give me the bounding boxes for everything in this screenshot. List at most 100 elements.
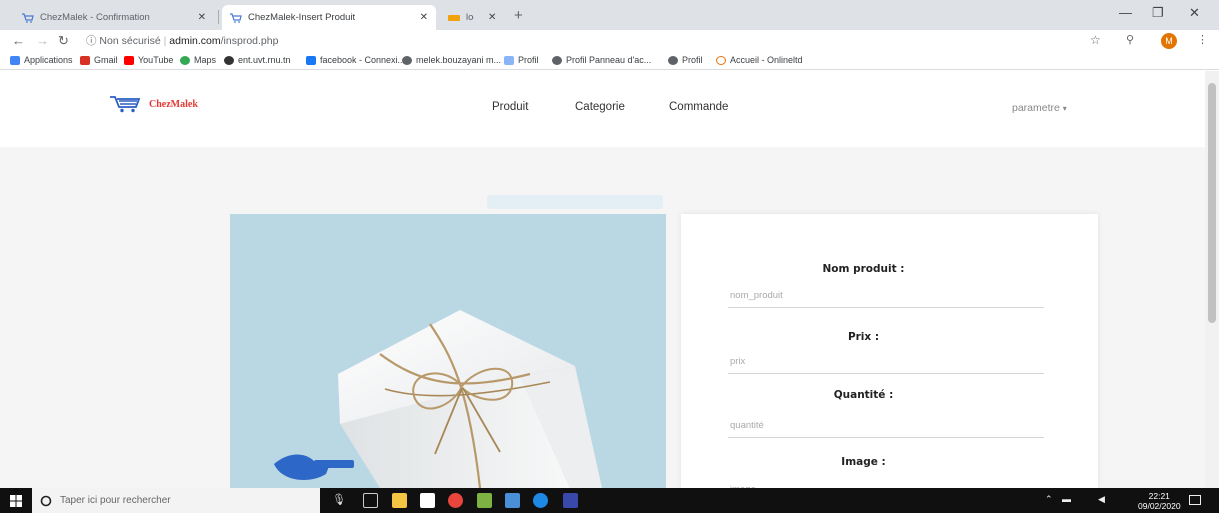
- store-icon[interactable]: [420, 493, 435, 508]
- clock-time: 22:21: [1148, 491, 1170, 501]
- bookmark-melek[interactable]: melek.bouzayani m...: [402, 55, 501, 65]
- file-explorer-icon[interactable]: [392, 493, 407, 508]
- site-logo[interactable]: ChezMalek: [109, 95, 198, 113]
- settings-label: parametre: [1012, 102, 1060, 114]
- close-window-icon[interactable]: ✕: [1189, 5, 1200, 21]
- cart-favicon-icon: [22, 12, 34, 23]
- page-scrollbar[interactable]: [1205, 71, 1219, 488]
- youtube-icon: [124, 55, 134, 65]
- chrome-icon[interactable]: [448, 493, 463, 508]
- logo-text: ChezMalek: [149, 98, 198, 110]
- bookmark-accueil-onlineltd[interactable]: Accueil - Onlineltd: [716, 55, 803, 65]
- edge-icon[interactable]: [533, 493, 548, 508]
- bookmark-gmail[interactable]: Gmail: [80, 55, 118, 65]
- taskbar-clock[interactable]: 22:21 09/02/2020: [1138, 491, 1181, 511]
- bookmark-star-icon[interactable]: ☆: [1090, 33, 1101, 47]
- tab-separator: [218, 10, 219, 24]
- product-photo: [230, 214, 666, 488]
- nom-produit-input[interactable]: [728, 284, 1044, 308]
- bookmark-youtube[interactable]: YouTube: [124, 55, 173, 65]
- globe-icon: [552, 55, 562, 65]
- scrollbar-thumb[interactable]: [1208, 83, 1216, 323]
- close-tab-icon[interactable]: ✕: [198, 12, 206, 23]
- prix-input[interactable]: [728, 350, 1044, 374]
- tab-confirmation[interactable]: ChezMalek - Confirmation ✕: [14, 5, 214, 30]
- restore-icon[interactable]: ❐: [1152, 5, 1164, 21]
- task-view-icon[interactable]: [363, 493, 378, 508]
- maps-pin-icon: [180, 55, 190, 65]
- shopping-cart-icon: [110, 96, 141, 113]
- back-icon[interactable]: ←: [12, 33, 25, 48]
- browser-toolbar: ← → ↻ ⓘ Non sécurisé | admin.com/insprod…: [0, 30, 1219, 52]
- bookmark-profil-panneau[interactable]: Profil Panneau d'ac...: [552, 55, 651, 65]
- network-icon[interactable]: ▬: [1062, 494, 1071, 504]
- bookmarks-bar: Applications Gmail YouTube Maps ent.uvt.…: [0, 52, 1219, 70]
- url-path: /insprod.php: [220, 35, 279, 47]
- faded-banner: [487, 195, 663, 209]
- facebook-icon: [306, 55, 316, 65]
- security-label: Non sécurisé: [99, 35, 161, 47]
- menu-icon[interactable]: ⋮: [1197, 33, 1208, 46]
- page-viewport: ChezMalek Produit Categorie Commande par…: [0, 71, 1205, 488]
- cortana-circle-icon: [40, 495, 52, 506]
- close-tab-icon[interactable]: ✕: [420, 12, 428, 23]
- settings-dropdown[interactable]: parametre ▾: [1012, 102, 1067, 114]
- caret-down-icon: ▾: [1062, 104, 1067, 113]
- tray-chevron-icon[interactable]: ⌃: [1045, 494, 1053, 505]
- label-nom-produit: Nom produit :: [822, 263, 905, 275]
- taskbar-search[interactable]: Taper ici pour rechercher: [32, 488, 320, 513]
- reload-icon[interactable]: ↻: [58, 33, 69, 49]
- search-icon[interactable]: ⚲: [1126, 33, 1134, 46]
- clock-date: 09/02/2020: [1138, 501, 1181, 511]
- profile-avatar[interactable]: M: [1161, 33, 1177, 49]
- tab-phpmyadmin[interactable]: localhost / localhost / magazin |: [440, 5, 482, 30]
- image-input[interactable]: [728, 478, 1044, 488]
- bookmark-profil-1[interactable]: Profil: [504, 55, 539, 65]
- bookmark-maps[interactable]: Maps: [180, 55, 216, 65]
- minimize-icon[interactable]: —: [1119, 5, 1132, 20]
- windows-taskbar: Taper ici pour rechercher 🎙︎ ⌃ ▬ ◀ 22:21…: [0, 488, 1219, 513]
- tab-title: localhost / localhost / magazin |: [466, 12, 474, 23]
- windows-start-icon[interactable]: [10, 495, 22, 507]
- nav-link-categorie[interactable]: Categorie: [575, 101, 625, 113]
- ent-icon: [224, 55, 234, 65]
- quantite-input[interactable]: [728, 414, 1044, 438]
- bookmark-ent-uvt[interactable]: ent.uvt.rnu.tn: [224, 55, 291, 65]
- notifications-icon[interactable]: [1189, 495, 1201, 505]
- insert-product-form: Nom produit : Prix : Quantité : Image :: [681, 214, 1098, 488]
- nav-link-produit[interactable]: Produit: [492, 101, 528, 113]
- tab-insert-produit[interactable]: ChezMalek-Insert Produit ✕: [222, 5, 436, 30]
- url-host: admin.com: [169, 35, 221, 47]
- microphone-icon[interactable]: 🎙︎: [332, 493, 346, 506]
- site-navbar: ChezMalek Produit Categorie Commande par…: [0, 71, 1205, 147]
- forward-icon[interactable]: →: [36, 33, 49, 48]
- address-bar[interactable]: ⓘ Non sécurisé | admin.com/insprod.php: [86, 33, 278, 48]
- phpmyadmin-favicon-icon: [448, 14, 460, 21]
- info-icon: ⓘ: [86, 35, 97, 47]
- bookmark-facebook[interactable]: facebook - Connexi...: [306, 55, 405, 65]
- volume-icon[interactable]: ◀: [1098, 494, 1105, 505]
- nav-link-commande[interactable]: Commande: [669, 101, 728, 113]
- gmail-icon: [80, 55, 90, 65]
- gift-box-illustration: [274, 310, 602, 488]
- cart-favicon-icon: [230, 12, 242, 23]
- browser-tab-strip: ChezMalek - Confirmation ✕ ChezMalek-Ins…: [0, 0, 1219, 30]
- apps-grid-icon: [10, 55, 20, 65]
- bookmark-profil-2[interactable]: Profil: [668, 55, 703, 65]
- bookmark-applications[interactable]: Applications: [10, 55, 73, 65]
- globe-icon: [668, 55, 678, 65]
- label-quantite: Quantité :: [833, 389, 894, 401]
- tab-title: ChezMalek - Confirmation: [40, 12, 150, 23]
- onlineltd-icon: [716, 55, 726, 65]
- label-image: Image :: [841, 456, 886, 468]
- new-tab-icon[interactable]: +: [514, 7, 523, 24]
- label-prix: Prix :: [847, 331, 880, 343]
- app-icon[interactable]: [505, 493, 520, 508]
- globe-icon: [402, 55, 412, 65]
- profil-icon: [504, 55, 514, 65]
- vs-code-icon[interactable]: [563, 493, 578, 508]
- search-placeholder: Taper ici pour rechercher: [60, 495, 171, 506]
- photos-icon[interactable]: [477, 493, 492, 508]
- tab-title: ChezMalek-Insert Produit: [248, 12, 356, 23]
- close-tab-icon[interactable]: ✕: [482, 5, 510, 30]
